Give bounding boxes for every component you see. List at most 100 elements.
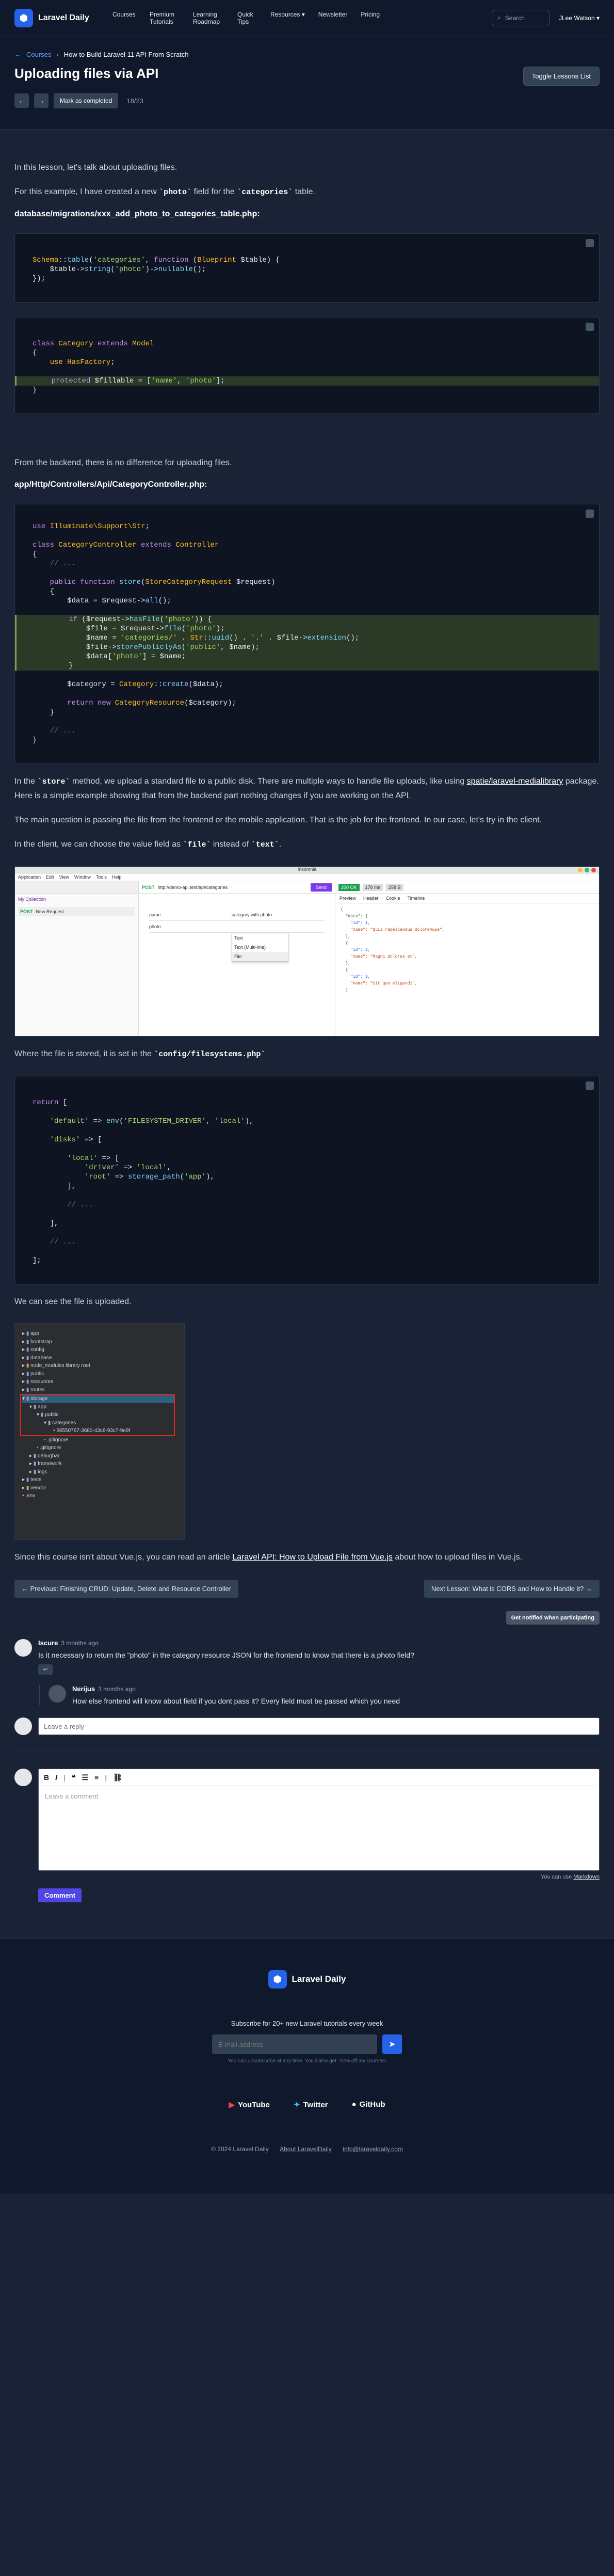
italic-icon[interactable]: I	[55, 1773, 57, 1782]
json-line: {	[341, 968, 348, 973]
response-status: 200 OK 178 ms 258 B	[335, 881, 599, 894]
copy-icon[interactable]	[586, 510, 594, 518]
nav-courses[interactable]: Courses	[112, 11, 136, 25]
reply-input[interactable]	[38, 1718, 600, 1735]
youtube-link[interactable]: ▶ YouTube	[229, 2100, 269, 2109]
tree-item: ▾ ▮ categories	[44, 1420, 76, 1426]
insomnia-screenshot: Insomnia Application Edit View Window To…	[14, 866, 600, 1037]
toggle-lessons-button[interactable]: Toggle Lessons List	[523, 67, 600, 86]
mark-completed-button[interactable]: Mark as completed	[54, 93, 119, 108]
code-line: 'disks' => [	[50, 1136, 102, 1144]
medialibrary-link[interactable]: spatie/laravel-medialibrary	[467, 777, 563, 786]
file-tree-screenshot: ▸ ▮ app ▸ ▮ bootstrap ▸ ▮ config ▸ ▮ dat…	[14, 1323, 185, 1540]
email-link[interactable]: info@laraveldaily.com	[343, 2145, 403, 2153]
text: table.	[293, 187, 315, 196]
code-block: return [ 'default' => env('FILESYSTEM_DR…	[14, 1076, 600, 1284]
next-lesson-button[interactable]: →	[34, 93, 49, 108]
github-link[interactable]: ● GitHub	[352, 2100, 385, 2109]
text: We can see the file is uploaded.	[14, 1297, 132, 1306]
subscribe-button[interactable]: ➤	[382, 2034, 402, 2054]
code-line: // ...	[33, 1238, 76, 1246]
editor-wrap: B I | ❝ ☰ ≡ | ⛓ Leave a comment You can …	[38, 1769, 600, 1902]
code-line: ],	[33, 1219, 59, 1228]
about-link[interactable]: About LaravelDaily	[280, 2145, 332, 2153]
code-line: $name = 'categories/' . Str::uuid() . '.…	[15, 633, 599, 643]
comment-textarea[interactable]: Leave a comment	[39, 1786, 599, 1870]
tree-label: public	[45, 1412, 59, 1418]
copy-icon[interactable]	[586, 323, 594, 331]
tree-item: ▸ ▮ routes	[22, 1387, 45, 1393]
text: field for the	[191, 187, 237, 196]
nav-quick-tips[interactable]: Quick Tips	[237, 11, 257, 25]
brand[interactable]: ⬢ Laravel Daily	[14, 8, 107, 27]
insomnia-titlebar: Insomnia	[15, 867, 599, 874]
text: In the client, we can choose the value f…	[14, 840, 183, 849]
prev-lesson-button[interactable]: ←	[14, 93, 29, 108]
notify-row: Get notified when participating	[14, 1611, 600, 1625]
dropdown-option: File	[232, 952, 288, 961]
next-lesson-link[interactable]: Next Lesson: What is CORS and How to Han…	[424, 1580, 600, 1598]
unordered-list-icon[interactable]: ☰	[82, 1773, 88, 1782]
vue-article-link[interactable]: Laravel API: How to Upload File from Vue…	[232, 1553, 393, 1562]
previous-lesson-link[interactable]: ← Previous: Finishing CRUD: Update, Dele…	[14, 1580, 239, 1598]
quote-icon[interactable]: ❝	[72, 1773, 76, 1782]
nav-pricing[interactable]: Pricing	[361, 11, 380, 25]
code-line: }	[33, 386, 37, 394]
breadcrumb-courses[interactable]: Courses	[26, 51, 51, 58]
comment-submit-button[interactable]: Comment	[38, 1888, 82, 1902]
paragraph: For this example, I have created a new `…	[14, 185, 600, 199]
code-line: // ...	[33, 560, 76, 568]
code-line: if ($request->hasFile('photo')) {	[15, 615, 599, 624]
footer-brand[interactable]: ⬢ Laravel Daily	[268, 1970, 346, 1989]
nav-roadmap[interactable]: Learning Roadmap	[193, 11, 224, 25]
nav-premium[interactable]: Premium Tutorials	[150, 11, 180, 25]
reply-icon[interactable]: ↩	[38, 1664, 53, 1675]
code-line: use HasFactory;	[33, 358, 115, 367]
code-line: return [	[33, 1099, 68, 1107]
toolbar-separator: |	[63, 1773, 66, 1782]
email-field[interactable]	[212, 2034, 377, 2054]
inline-code: `photo`	[159, 188, 192, 197]
code-line: class Category extends Model	[33, 340, 154, 348]
twitter-link[interactable]: ✦ Twitter	[294, 2100, 328, 2109]
code-line: 'local' => [	[67, 1154, 120, 1163]
breadcrumb-course[interactable]: How to Build Laravel 11 API From Scratch	[64, 51, 189, 58]
copy-icon[interactable]	[586, 1082, 594, 1090]
markdown-link[interactable]: Markdown	[573, 1874, 600, 1880]
main-nav: Courses Premium Tutorials Learning Roadm…	[112, 11, 380, 25]
paragraph: In the client, we can choose the value f…	[14, 837, 600, 852]
paragraph: In the `store` method, we upload a stand…	[14, 774, 600, 803]
avatar	[49, 1685, 66, 1703]
logo-icon: ⬢	[268, 1970, 287, 1989]
code-line: {	[33, 587, 55, 596]
copy-icon[interactable]	[586, 239, 594, 247]
highlight-box: ▾ ▮ storage ▾ ▮ app ▾ ▮ public ▾ ▮ categ…	[20, 1394, 175, 1436]
editor-toolbar: B I | ❝ ☰ ≡ | ⛓	[39, 1769, 599, 1786]
file-path: app/Http/Controllers/Api/CategoryControl…	[14, 480, 207, 489]
tree-label: .gitignore	[40, 1445, 61, 1451]
code-line: return new CategoryResource($category);	[67, 699, 236, 707]
link-icon[interactable]: ⛓	[113, 1773, 122, 1782]
paragraph: The main question is passing the file fr…	[14, 813, 600, 827]
ordered-list-icon[interactable]: ≡	[94, 1773, 99, 1782]
nav-resources[interactable]: Resources ▾	[270, 11, 305, 25]
json-line: "id": 2,	[341, 948, 370, 952]
chevron-right-icon: ›	[56, 51, 59, 58]
footer-bottom: © 2024 Laravel Daily About LaravelDaily …	[0, 2145, 614, 2153]
code-line: $table->string('photo')->nullable();	[33, 265, 206, 274]
tree-item: ▸ ▮ public	[22, 1371, 44, 1377]
text: method, we upload a standard file to a p…	[70, 777, 467, 786]
field-row: name category with photo	[149, 909, 325, 921]
bold-icon[interactable]: B	[44, 1773, 49, 1782]
subscribe-title: Subscribe for 20+ new Laravel tutorials …	[231, 2020, 383, 2027]
search-button[interactable]: ⌕ Search	[492, 9, 550, 26]
user-menu[interactable]: JLee Watson ▾	[559, 14, 600, 22]
nav-newsletter[interactable]: Newsletter	[318, 11, 348, 25]
notify-button[interactable]: Get notified when participating	[506, 1611, 600, 1625]
inline-code: `file`	[183, 840, 211, 849]
code-text: photo	[164, 188, 187, 197]
